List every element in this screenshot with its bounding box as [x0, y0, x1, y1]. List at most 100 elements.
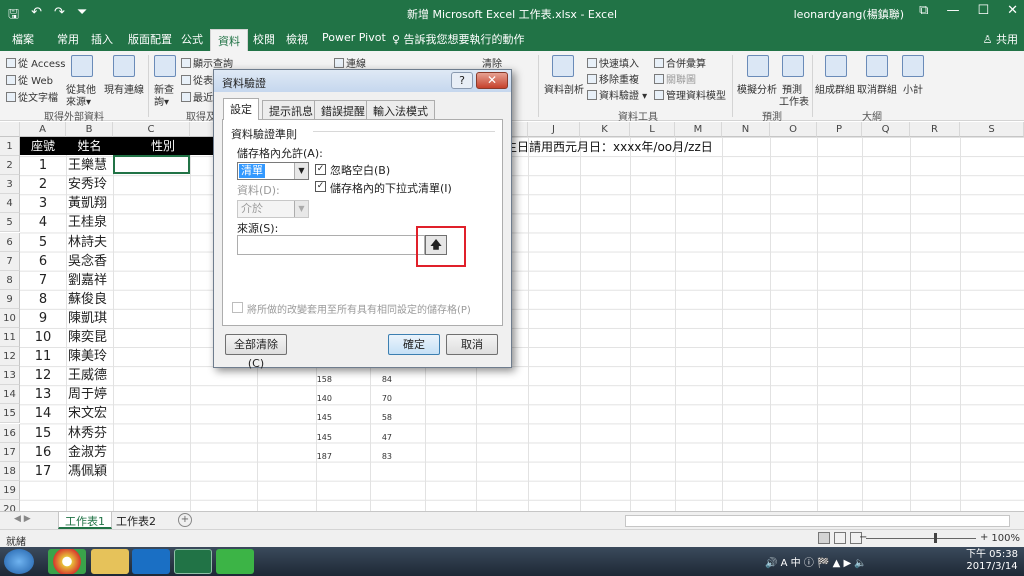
column-header-s[interactable]: S [960, 122, 1024, 137]
weight-cell[interactable]: 58 [350, 408, 392, 427]
from-web-button[interactable]: 從 Web [6, 72, 53, 87]
tab-file[interactable]: 檔案 [12, 31, 34, 47]
seat-cell[interactable]: 4 [20, 213, 66, 232]
column-header-q[interactable]: Q [862, 122, 910, 137]
row-header-4[interactable]: 4 [0, 194, 20, 214]
seat-cell[interactable]: 10 [20, 328, 66, 347]
header-seat[interactable]: 座號 [20, 137, 66, 155]
column-header-c[interactable]: C [113, 122, 190, 137]
text-to-columns-icon[interactable] [552, 55, 574, 77]
from-access-button[interactable]: 從 Access [6, 55, 65, 70]
name-cell[interactable]: 陳凱琪 [68, 309, 113, 328]
height-cell[interactable]: 145 [290, 408, 332, 427]
name-cell[interactable]: 王桂泉 [68, 213, 113, 232]
seat-cell[interactable]: 14 [20, 404, 66, 423]
name-cell[interactable]: 陳奕昆 [68, 328, 113, 347]
horizontal-scrollbar[interactable] [625, 515, 1010, 527]
source-input[interactable] [237, 235, 425, 255]
tab-page-layout[interactable]: 版面配置 [128, 31, 172, 47]
ok-button[interactable]: 確定 [388, 334, 440, 355]
name-cell[interactable]: 吳念香 [68, 252, 113, 271]
name-cell[interactable]: 安秀玲 [68, 175, 113, 194]
column-header-m[interactable]: M [675, 122, 722, 137]
column-header-n[interactable]: N [722, 122, 770, 137]
dialog-title-bar[interactable]: 資料驗證 ? ✕ [214, 70, 511, 92]
help-button[interactable]: ? [451, 72, 473, 89]
seat-cell[interactable]: 2 [20, 175, 66, 194]
header-name[interactable]: 姓名 [66, 137, 113, 155]
user-name[interactable]: leonardyang(楊鎮聯) [794, 6, 904, 22]
show-queries-button[interactable]: 顯示查詢 [181, 55, 233, 70]
name-cell[interactable]: 劉嘉祥 [68, 271, 113, 290]
maximize-button[interactable]: ☐ [977, 3, 989, 18]
existing-connections-icon[interactable] [113, 55, 135, 77]
seat-cell[interactable]: 5 [20, 233, 66, 252]
row-header-6[interactable]: 6 [0, 232, 20, 252]
data-validation-button[interactable]: 資料驗證 ▾ [587, 87, 647, 102]
other-sources-icon[interactable] [71, 55, 93, 77]
row-header-15[interactable]: 15 [0, 404, 20, 424]
seat-cell[interactable]: 3 [20, 194, 66, 213]
row-header-9[interactable]: 9 [0, 289, 20, 309]
dialog-close-button[interactable]: ✕ [476, 72, 508, 89]
normal-view-icon[interactable] [818, 532, 830, 544]
name-cell[interactable]: 林秀芬 [68, 424, 113, 443]
minimize-button[interactable]: — [946, 3, 959, 18]
seat-cell[interactable]: 7 [20, 271, 66, 290]
active-cell-c2[interactable] [113, 155, 190, 174]
height-cell[interactable]: 145 [290, 428, 332, 447]
name-cell[interactable]: 王威德 [68, 366, 113, 385]
tab-data[interactable]: 資料 [210, 29, 248, 51]
chevron-down-icon[interactable]: ▼ [294, 201, 308, 217]
excel-icon[interactable] [174, 549, 212, 574]
tell-me-search[interactable]: ♀ 告訴我您想要執行的動作 [392, 31, 525, 47]
cancel-button[interactable]: 取消 [446, 334, 498, 355]
height-cell[interactable]: 158 [290, 370, 332, 389]
name-cell[interactable]: 周于婷 [68, 385, 113, 404]
seat-cell[interactable]: 9 [20, 309, 66, 328]
row-header-14[interactable]: 14 [0, 385, 20, 405]
weight-cell[interactable]: 47 [350, 428, 392, 447]
apply-all-checkbox[interactable] [232, 302, 243, 313]
tab-settings[interactable]: 設定 [223, 98, 259, 120]
weight-cell[interactable]: 84 [350, 370, 392, 389]
column-header-k[interactable]: K [580, 122, 630, 137]
select-all-corner[interactable] [0, 122, 20, 137]
sheet-tab-1[interactable]: 工作表1 [58, 512, 112, 529]
weight-cell[interactable]: 83 [350, 447, 392, 466]
zoom-level[interactable]: 100% [991, 533, 1020, 544]
row-header-7[interactable]: 7 [0, 251, 20, 271]
add-sheet-button[interactable]: + [178, 513, 192, 527]
row-header-13[interactable]: 13 [0, 366, 20, 386]
row-header-10[interactable]: 10 [0, 308, 20, 328]
tab-view[interactable]: 檢視 [286, 31, 308, 47]
sheet-tab-2[interactable]: 工作表2 [110, 512, 162, 529]
name-cell[interactable]: 金淑芳 [68, 443, 113, 462]
column-header-o[interactable]: O [770, 122, 817, 137]
subtotal-icon[interactable] [902, 55, 924, 77]
row-header-1[interactable]: 1 [0, 137, 20, 157]
what-if-icon[interactable] [747, 55, 769, 77]
seat-cell[interactable]: 1 [20, 156, 66, 175]
new-query-icon[interactable] [154, 55, 176, 77]
column-header-j[interactable]: J [528, 122, 580, 137]
tab-ime-mode[interactable]: 輸入法模式 [366, 100, 435, 119]
row-header-3[interactable]: 3 [0, 175, 20, 195]
group-icon[interactable] [825, 55, 847, 77]
row-header-19[interactable]: 19 [0, 480, 20, 500]
row-header-18[interactable]: 18 [0, 461, 20, 481]
seat-cell[interactable]: 13 [20, 385, 66, 404]
birthday-note[interactable]: 生日請用西元月日：xxxx年/oo月/zz日 [505, 138, 713, 155]
row-header-12[interactable]: 12 [0, 347, 20, 367]
manage-data-model-button[interactable]: 管理資料模型 [654, 87, 726, 102]
tab-review[interactable]: 校閱 [253, 31, 275, 47]
share-button[interactable]: ♙ 共用 [983, 31, 1018, 47]
recent-sources-button[interactable]: 最近 [181, 89, 213, 104]
chevron-down-icon[interactable]: ▼ [294, 163, 308, 179]
ungroup-icon[interactable] [866, 55, 888, 77]
zoom-in-button[interactable]: + [980, 532, 988, 543]
outlook-icon[interactable] [132, 549, 170, 574]
sheet-nav-arrows[interactable]: ◀ ▶ [14, 514, 31, 524]
chrome-icon[interactable] [48, 549, 86, 574]
name-cell[interactable]: 宋文宏 [68, 404, 113, 423]
